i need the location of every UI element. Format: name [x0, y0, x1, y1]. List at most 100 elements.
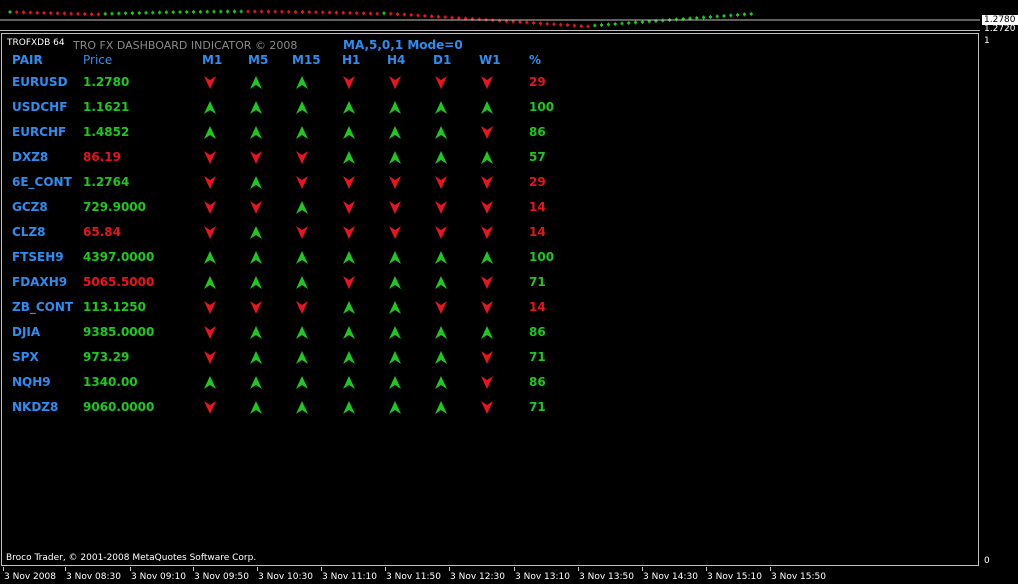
price-value: 1.2780	[83, 75, 130, 89]
candle-body	[355, 12, 359, 15]
candle-body	[545, 22, 549, 25]
arrow-up-icon	[296, 276, 308, 289]
candle-body	[457, 17, 461, 20]
arrow-down-icon	[204, 76, 216, 89]
arrow-up-icon	[435, 351, 447, 364]
arrow-down-icon	[389, 201, 401, 214]
arrow-down-icon	[435, 226, 447, 239]
price-value: 113.1250	[83, 300, 147, 314]
percent-value: 71	[529, 275, 546, 289]
percent-value: 29	[529, 75, 546, 89]
candle-body	[280, 10, 284, 13]
time-tick	[257, 567, 258, 571]
candle-body	[144, 11, 148, 14]
arrow-up-icon	[343, 126, 355, 139]
candle-body	[552, 23, 556, 26]
arrow-up-icon	[296, 126, 308, 139]
header-d1: D1	[433, 53, 452, 67]
candle-body	[171, 11, 175, 14]
candle-body	[416, 14, 420, 17]
price-value: 86.19	[83, 150, 121, 164]
candle-body	[192, 10, 196, 13]
arrow-down-icon	[481, 226, 493, 239]
arrow-up-icon	[389, 126, 401, 139]
arrow-down-icon	[481, 301, 493, 314]
candle-body	[627, 21, 631, 24]
arrow-down-icon	[296, 176, 308, 189]
arrow-up-icon	[204, 101, 216, 114]
arrow-up-icon	[389, 351, 401, 364]
candle-body	[586, 25, 590, 28]
arrow-down-icon	[389, 176, 401, 189]
candle-body	[606, 23, 610, 26]
time-tick	[578, 567, 579, 571]
candle-body	[124, 12, 128, 15]
time-tick	[3, 567, 4, 571]
arrow-up-icon	[435, 401, 447, 414]
arrow-down-icon	[250, 151, 262, 164]
candle-body	[634, 21, 638, 24]
arrow-down-icon	[343, 201, 355, 214]
pair-name: SPX	[12, 350, 39, 364]
time-label: 3 Nov 09:50	[194, 572, 249, 582]
price-value: 973.29	[83, 350, 130, 364]
arrow-down-icon	[204, 351, 216, 364]
price-value: 1.2764	[83, 175, 130, 189]
candle-body	[321, 11, 325, 14]
time-tick	[706, 567, 707, 571]
percent-value: 86	[529, 325, 546, 339]
arrow-down-icon	[204, 201, 216, 214]
arrow-up-icon	[250, 176, 262, 189]
arrow-down-icon	[204, 176, 216, 189]
arrow-up-icon	[481, 151, 493, 164]
pair-name: EURUSD	[12, 75, 68, 89]
indicator-scale-top: 1	[984, 36, 990, 46]
arrow-up-icon	[343, 326, 355, 339]
time-label: 3 Nov 11:50	[386, 572, 441, 582]
header-pair: PAIR	[12, 53, 43, 67]
arrow-down-icon	[343, 176, 355, 189]
arrow-down-icon	[481, 401, 493, 414]
arrow-down-icon	[481, 201, 493, 214]
candle-body	[76, 12, 80, 15]
percent-value: 57	[529, 150, 546, 164]
time-tick	[65, 567, 66, 571]
percent-value: 29	[529, 175, 546, 189]
candle-body	[49, 12, 53, 15]
candle-body	[164, 11, 168, 14]
arrow-up-icon	[296, 376, 308, 389]
candle-body	[742, 13, 746, 16]
arrow-down-icon	[481, 126, 493, 139]
arrow-down-icon	[343, 276, 355, 289]
time-tick	[449, 567, 450, 571]
candle-body	[368, 12, 372, 15]
pair-name: NQH9	[12, 375, 51, 389]
candle-body	[22, 11, 26, 14]
candle-body	[90, 13, 94, 16]
time-label: 3 Nov 13:50	[579, 572, 634, 582]
pair-name: 6E_CONT	[12, 175, 72, 189]
price-axis: 1.2780 1.2720 1 0	[980, 0, 1018, 584]
arrow-down-icon	[204, 226, 216, 239]
pair-name: USDCHF	[12, 100, 68, 114]
arrow-up-icon	[250, 101, 262, 114]
candle-body	[647, 20, 651, 23]
price-chart[interactable]	[0, 0, 980, 31]
arrow-up-icon	[296, 76, 308, 89]
arrow-up-icon	[435, 251, 447, 264]
candle-body	[579, 24, 583, 27]
arrow-down-icon	[481, 76, 493, 89]
candle-body	[389, 12, 393, 15]
candle-body	[518, 21, 522, 24]
candle-body	[226, 10, 230, 13]
price-value: 729.9000	[83, 200, 147, 214]
time-tick	[130, 567, 131, 571]
candle-body	[362, 12, 366, 15]
arrow-up-icon	[435, 376, 447, 389]
candle-body	[334, 11, 338, 14]
price-value: 1.4852	[83, 125, 130, 139]
candle-body	[15, 11, 19, 14]
arrow-down-icon	[435, 176, 447, 189]
time-label: 3 Nov 14:30	[643, 572, 698, 582]
candle-body	[260, 10, 264, 13]
